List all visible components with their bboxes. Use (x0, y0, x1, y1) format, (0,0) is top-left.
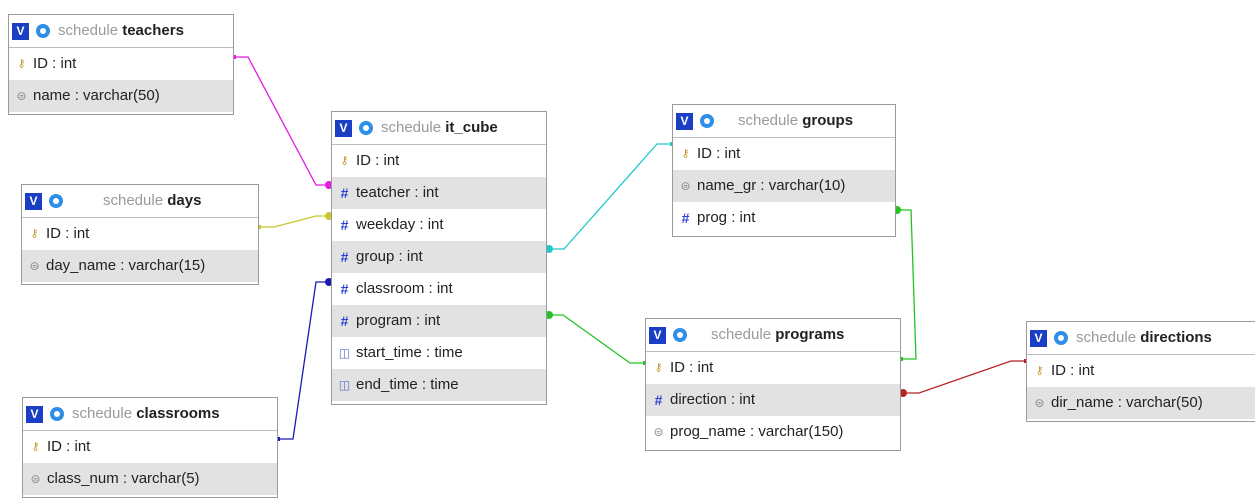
gear-icon[interactable] (698, 112, 716, 130)
column-row[interactable]: # direction : int (646, 384, 900, 416)
key-icon: ⚷ (30, 228, 39, 240)
key-icon: ⚷ (340, 155, 349, 167)
table-groups[interactable]: V schedule groups ⚷ ID : int ⊜ name_gr : v… (672, 104, 896, 237)
text-field-icon: ⊜ (680, 179, 691, 193)
toggle-button[interactable]: V (335, 119, 352, 137)
column-row[interactable]: ⚷ ID : int (332, 145, 546, 177)
table-days[interactable]: V schedule days ⚷ ID : int ⊜ day_name : va… (21, 184, 259, 285)
gear-icon[interactable] (34, 22, 52, 40)
column-row[interactable]: ⚷ ID : int (673, 138, 895, 170)
number-field-icon: # (340, 249, 349, 265)
table-header[interactable]: V schedule classrooms (23, 398, 277, 431)
column-row[interactable]: # teatcher : int (332, 177, 546, 209)
table-programs[interactable]: V schedule programs ⚷ ID : int # direction… (645, 318, 901, 451)
table-title: schedule programs (711, 326, 845, 343)
table-title: schedule teachers (58, 22, 184, 39)
text-field-icon: ⊜ (653, 425, 664, 439)
column-row[interactable]: ⚷ ID : int (23, 431, 277, 463)
gear-icon[interactable] (357, 119, 375, 137)
table-title: schedule days (103, 192, 202, 209)
time-field-icon: ◫ (338, 378, 351, 392)
number-field-icon: # (340, 217, 349, 233)
table-title: schedule directions (1076, 329, 1212, 346)
key-icon: ⚷ (1035, 365, 1044, 377)
relation-programs-itcube (548, 314, 645, 364)
toggle-button[interactable]: V (676, 112, 693, 130)
number-field-icon: # (340, 313, 349, 329)
column-row[interactable]: ⊜ prog_name : varchar(150) (646, 416, 900, 448)
text-field-icon: ⊜ (16, 89, 27, 103)
key-icon: ⚷ (31, 441, 40, 453)
column-row[interactable]: ⊜ dir_name : varchar(50) (1027, 387, 1255, 419)
toggle-button[interactable]: V (649, 326, 666, 344)
key-icon: ⚷ (681, 148, 690, 160)
column-row[interactable]: ⊜ name : varchar(50) (9, 80, 233, 112)
column-row[interactable]: # program : int (332, 305, 546, 337)
time-field-icon: ◫ (338, 346, 351, 360)
table-teachers[interactable]: V schedule teachers ⚷ ID : int ⊜ name : va… (8, 14, 234, 115)
column-row[interactable]: ⚷ ID : int (1027, 355, 1255, 387)
relation-days-itcube (259, 215, 331, 228)
table-title: schedule classrooms (72, 405, 220, 422)
table-it-cube[interactable]: V schedule it_cube ⚷ ID : int # teatcher :… (331, 111, 547, 405)
column-row[interactable]: # prog : int (673, 202, 895, 234)
gear-icon[interactable] (48, 405, 66, 423)
text-field-icon: ⊜ (30, 472, 41, 486)
number-field-icon: # (654, 392, 663, 408)
toggle-button[interactable]: V (25, 192, 42, 210)
table-header[interactable]: V schedule programs (646, 319, 900, 352)
text-field-icon: ⊜ (29, 259, 40, 273)
table-header[interactable]: V schedule groups (673, 105, 895, 138)
column-row[interactable]: ◫ start_time : time (332, 337, 546, 369)
text-field-icon: ⊜ (1034, 396, 1045, 410)
table-directions[interactable]: V schedule directions ⚷ ID : int ⊜ dir_nam… (1026, 321, 1255, 422)
column-row[interactable]: ⚷ ID : int (9, 48, 233, 80)
table-classrooms[interactable]: V schedule classrooms ⚷ ID : int ⊜ class_n… (22, 397, 278, 498)
column-row[interactable]: ⊜ name_gr : varchar(10) (673, 170, 895, 202)
toggle-button[interactable]: V (12, 22, 29, 40)
key-icon: ⚷ (17, 58, 26, 70)
column-row[interactable]: # group : int (332, 241, 546, 273)
gear-icon[interactable] (1052, 329, 1070, 347)
column-row[interactable]: ⊜ day_name : varchar(15) (22, 250, 258, 282)
toggle-button[interactable]: V (1030, 329, 1047, 347)
table-header[interactable]: V schedule days (22, 185, 258, 218)
table-title: schedule it_cube (381, 119, 498, 136)
gear-icon[interactable] (47, 192, 65, 210)
column-row[interactable]: # classroom : int (332, 273, 546, 305)
column-row[interactable]: ◫ end_time : time (332, 369, 546, 401)
table-header[interactable]: V schedule teachers (9, 15, 233, 48)
relation-classrooms-itcube (278, 281, 331, 440)
key-icon: ⚷ (654, 362, 663, 374)
relation-groups-itcube (548, 143, 672, 250)
column-row[interactable]: ⚷ ID : int (646, 352, 900, 384)
gear-icon[interactable] (671, 326, 689, 344)
number-field-icon: # (681, 210, 690, 226)
table-header[interactable]: V schedule it_cube (332, 112, 546, 145)
column-row[interactable]: # weekday : int (332, 209, 546, 241)
table-header[interactable]: V schedule directions (1027, 322, 1255, 355)
toggle-button[interactable]: V (26, 405, 43, 423)
relation-teachers-itcube (234, 56, 331, 186)
column-row[interactable]: ⊜ class_num : varchar(5) (23, 463, 277, 495)
table-title: schedule groups (738, 112, 854, 129)
column-row[interactable]: ⚷ ID : int (22, 218, 258, 250)
number-field-icon: # (340, 281, 349, 297)
number-field-icon: # (340, 185, 349, 201)
relation-directions-programs (902, 360, 1026, 394)
